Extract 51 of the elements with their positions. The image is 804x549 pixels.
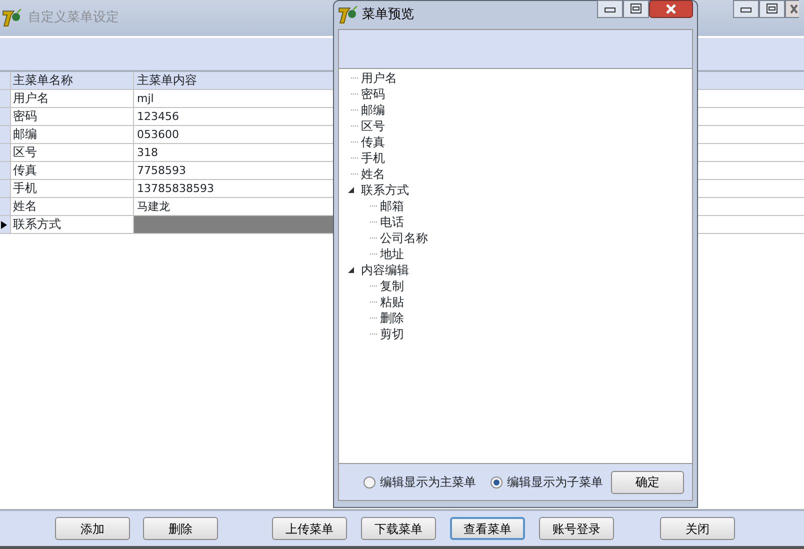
minimize-icon[interactable] (733, 0, 759, 18)
tree-item[interactable]: 删除 (380, 309, 404, 327)
row-pointer-icon (0, 220, 8, 230)
tree-item[interactable]: 地址 (380, 245, 404, 263)
table-cell: 区号 (11, 144, 134, 161)
radio-label: 编辑显示为主菜单 (380, 474, 476, 491)
table-cell: 传真 (11, 162, 134, 179)
tree-item[interactable]: 联系方式 (361, 181, 409, 199)
tree-item[interactable]: 邮箱 (380, 197, 404, 215)
expander-icon[interactable] (347, 186, 355, 194)
tree-item[interactable]: 手机 (361, 149, 385, 167)
tree-item[interactable]: 用户名 (361, 69, 397, 87)
table-cell: 手机 (11, 180, 134, 197)
tree-item[interactable]: 姓名 (361, 165, 385, 183)
toolbar-button[interactable]: 添加 (55, 517, 130, 540)
table-cell: 姓名 (11, 198, 134, 215)
toolbar-button[interactable]: 查看菜单 (450, 517, 525, 540)
tree-item[interactable]: 密码 (361, 85, 385, 103)
toolbar-button[interactable]: 上传菜单 (272, 517, 347, 540)
tree-item[interactable]: 邮编 (361, 101, 385, 119)
maximize-icon[interactable] (623, 0, 649, 18)
tree-item[interactable]: 剪切 (380, 325, 404, 343)
radio-button[interactable] (490, 476, 503, 488)
ok-button[interactable]: 确定 (611, 470, 684, 494)
tree-item[interactable]: 内容编辑 (361, 261, 409, 279)
app-icon (2, 9, 22, 27)
close-icon[interactable] (785, 0, 799, 18)
radio-label: 编辑显示为子菜单 (507, 474, 603, 491)
app-icon (338, 6, 358, 24)
dialog-title: 菜单预览 (362, 6, 414, 24)
radio-button[interactable] (363, 476, 376, 488)
minimize-icon[interactable] (597, 0, 623, 18)
tree-item[interactable]: 区号 (361, 117, 385, 135)
row-selector[interactable] (0, 216, 11, 233)
table-cell: 密码 (11, 108, 134, 125)
close-icon[interactable] (649, 0, 693, 18)
maximize-icon[interactable] (759, 0, 785, 18)
tree-item[interactable]: 传真 (361, 133, 385, 151)
column-header: 主菜单名称 (11, 72, 134, 89)
tree-item[interactable]: 粘贴 (380, 293, 404, 311)
window-title: 自定义菜单设定 (28, 9, 119, 28)
toolbar-button[interactable]: 账号登录 (539, 517, 614, 540)
toolbar-button[interactable]: 关闭 (660, 517, 735, 540)
tree-item[interactable]: 公司名称 (380, 229, 428, 247)
tree-item[interactable]: 复制 (380, 277, 404, 295)
expander-icon[interactable] (347, 266, 355, 274)
toolbar-button[interactable]: 删除 (143, 517, 218, 540)
tree-item[interactable]: 电话 (380, 213, 404, 231)
table-cell: 邮编 (11, 126, 134, 143)
toolbar-button[interactable]: 下载菜单 (361, 517, 436, 540)
table-cell: 用户名 (11, 90, 134, 107)
